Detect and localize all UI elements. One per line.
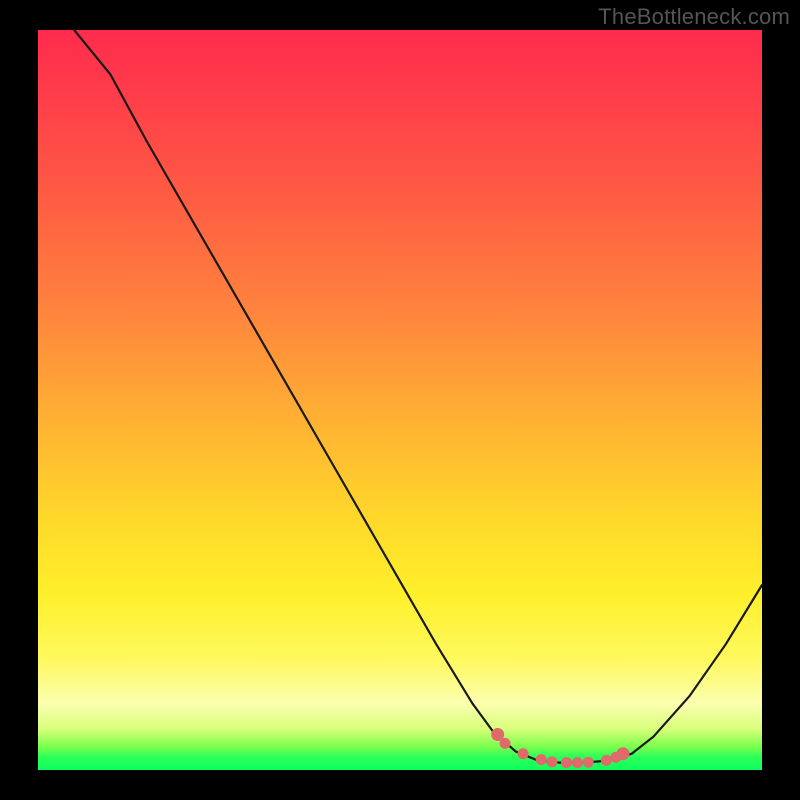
optimal-marker — [617, 747, 630, 760]
optimal-marker — [561, 757, 572, 768]
curve-layer — [38, 30, 762, 770]
optimal-marker — [547, 756, 558, 767]
optimal-marker — [572, 757, 583, 768]
plot-area — [38, 30, 762, 770]
chart-frame: TheBottleneck.com — [0, 0, 800, 800]
optimal-marker — [536, 754, 547, 765]
optimal-marker — [601, 755, 612, 766]
bottleneck-curve — [74, 30, 762, 763]
optimal-marker — [518, 748, 529, 759]
optimal-marker — [500, 738, 511, 749]
watermark-text: TheBottleneck.com — [598, 4, 790, 30]
optimal-marker — [583, 757, 594, 768]
